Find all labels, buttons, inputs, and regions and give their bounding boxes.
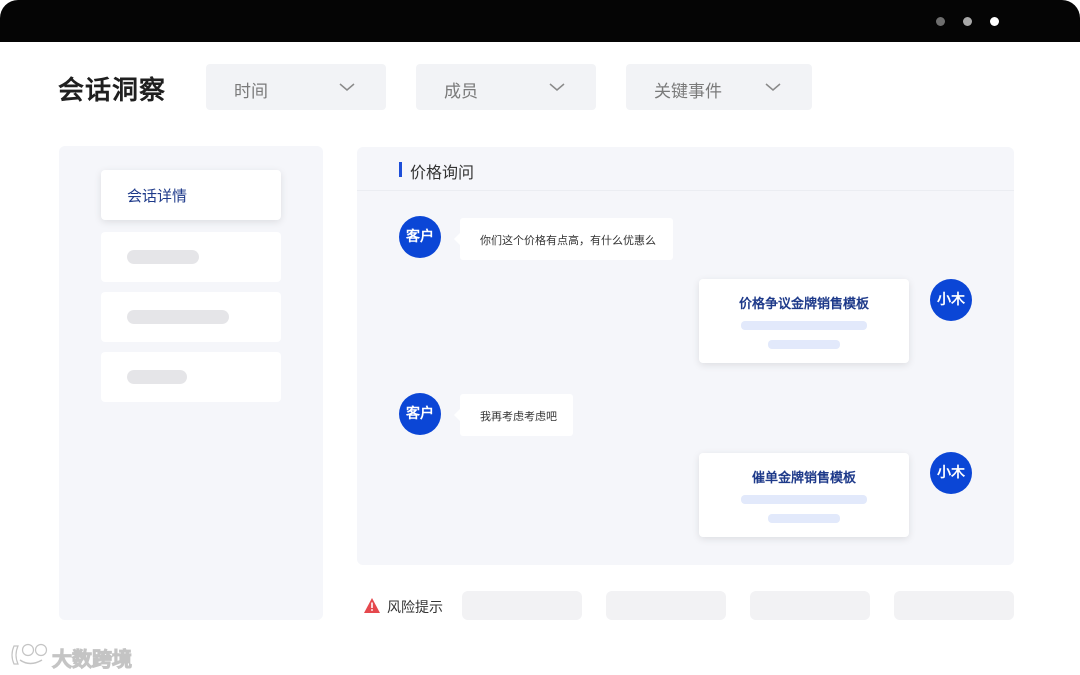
chat-topic-title: 价格询问 bbox=[410, 163, 475, 182]
skeleton-bar bbox=[127, 250, 199, 264]
chevron-down-icon bbox=[339, 83, 355, 91]
watermark-logo-icon bbox=[11, 643, 48, 665]
filter-label: 关键事件 bbox=[654, 82, 722, 102]
sidebar-item-placeholder[interactable] bbox=[101, 352, 281, 402]
skeleton-bar bbox=[768, 514, 840, 523]
skeleton-bar bbox=[741, 321, 867, 330]
page-title: 会话洞察 bbox=[58, 76, 167, 106]
chevron-down-icon bbox=[549, 83, 565, 91]
risk-tag-placeholder[interactable] bbox=[606, 591, 726, 620]
sidebar-item-placeholder[interactable] bbox=[101, 232, 281, 282]
risk-tag-placeholder[interactable] bbox=[750, 591, 870, 620]
filter-label: 成员 bbox=[444, 82, 478, 102]
message-text: 你们这个价格有点高，有什么优惠么 bbox=[480, 234, 656, 247]
sidebar-item-session-detail[interactable]: 会话详情 bbox=[101, 170, 281, 220]
sidebar-item-label: 会话详情 bbox=[127, 187, 188, 205]
template-card-title: 价格争议金牌销售模板 bbox=[738, 297, 869, 312]
sidebar-item-placeholder[interactable] bbox=[101, 292, 281, 342]
risk-alert-label: 风险提示 bbox=[387, 600, 443, 616]
window-dot-icon[interactable] bbox=[990, 17, 999, 26]
agent-avatar: 小木 bbox=[930, 279, 972, 321]
risk-tag-placeholder[interactable] bbox=[462, 591, 582, 620]
chat-panel: 价格询问 客户 你们这个价格有点高，有什么优惠么 价格争议金牌销售模板 小木 客… bbox=[357, 147, 1014, 565]
customer-avatar: 客户 bbox=[399, 216, 441, 258]
template-card[interactable]: 催单金牌销售模板 bbox=[699, 453, 909, 537]
template-card[interactable]: 价格争议金牌销售模板 bbox=[699, 279, 909, 363]
agent-avatar: 小木 bbox=[930, 452, 972, 494]
watermark-text: 大数跨境 bbox=[52, 647, 133, 672]
window-dot-icon[interactable] bbox=[963, 17, 972, 26]
filter-time-dropdown[interactable]: 时间 bbox=[206, 64, 386, 110]
filter-label: 时间 bbox=[234, 82, 268, 102]
customer-message-bubble: 我再考虑考虑吧 bbox=[454, 394, 573, 436]
header-accent-bar bbox=[399, 162, 402, 177]
template-card-title: 催单金牌销售模板 bbox=[751, 471, 856, 486]
message-text: 我再考虑考虑吧 bbox=[480, 410, 557, 423]
sidebar: 会话详情 bbox=[59, 146, 323, 620]
chat-header: 价格询问 bbox=[357, 147, 1014, 191]
warning-icon bbox=[364, 598, 380, 613]
window-titlebar bbox=[0, 0, 1080, 42]
customer-avatar: 客户 bbox=[399, 393, 441, 435]
customer-message-bubble: 你们这个价格有点高，有什么优惠么 bbox=[454, 218, 673, 260]
filter-member-dropdown[interactable]: 成员 bbox=[416, 64, 596, 110]
filter-key-event-dropdown[interactable]: 关键事件 bbox=[626, 64, 812, 110]
skeleton-bar bbox=[127, 310, 229, 324]
skeleton-bar bbox=[127, 370, 187, 384]
risk-tag-placeholder[interactable] bbox=[894, 591, 1014, 620]
chevron-down-icon bbox=[765, 83, 781, 91]
window-dot-icon[interactable] bbox=[936, 17, 945, 26]
skeleton-bar bbox=[768, 340, 840, 349]
skeleton-bar bbox=[741, 495, 867, 504]
